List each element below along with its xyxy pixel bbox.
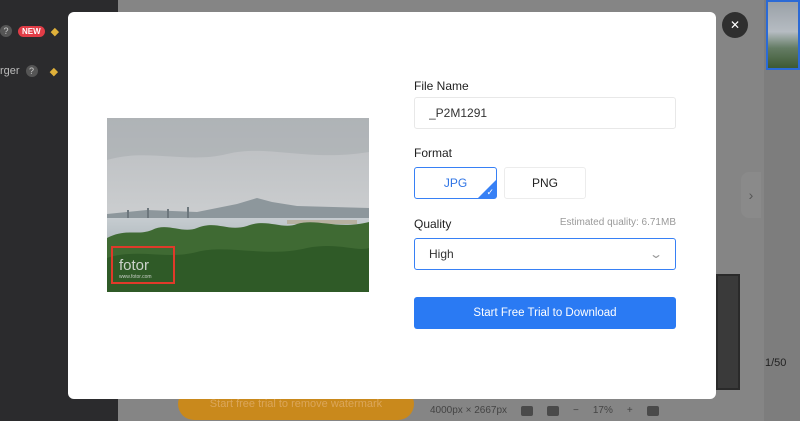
help-icon: ? [0,25,12,37]
format-jpg-label: JPG [443,176,468,190]
download-modal: fotor www.fotor.com File Name Format JPG… [68,12,716,399]
quality-value: High [429,247,454,261]
format-png-label: PNG [531,176,558,190]
next-arrow-icon: › [741,172,761,218]
sidebar-row-1: ? NEW ◆ [0,22,59,40]
page-count: 1/50 [765,357,787,369]
compare-icon [547,405,560,416]
start-trial-download-button[interactable]: Start Free Trial to Download [414,297,676,329]
background-thumbnail [766,0,800,70]
sidebar-row-2: rger ? ◆ [0,62,58,80]
image-icon [521,405,534,416]
format-jpg-option[interactable]: JPG ✓ [414,167,497,199]
preview-image: fotor www.fotor.com [107,118,369,292]
sidebar-row-2-label: rger [0,65,20,77]
premium-gem-icon: ◆ [50,25,60,38]
preview-watermark-url: www.fotor.com [119,274,152,280]
close-glyph: ✕ [729,18,741,32]
quality-label: Quality [414,217,452,231]
new-badge: NEW [18,25,45,37]
file-name-label: File Name [414,79,469,93]
format-png-option[interactable]: PNG [504,167,586,199]
file-name-input[interactable] [414,97,676,129]
help-icon: ? [25,65,38,77]
check-icon: ✓ [486,187,494,197]
image-preview: fotor www.fotor.com [107,118,369,292]
premium-gem-icon: ◆ [49,65,59,78]
zoom-level: 17% [592,405,613,416]
format-label: Format [414,146,453,160]
zoom-in-icon: + [626,405,633,416]
image-dimensions: 4000px × 2667px [430,405,508,416]
chevron-down-icon: ⌄ [648,247,664,261]
background-preview-strip [716,274,740,390]
background-bottom-bar: 4000px × 2667px − 17% + [430,400,740,421]
preview-watermark-logo: fotor [119,257,149,274]
quality-select[interactable]: High ⌄ [414,238,676,270]
fit-screen-icon [646,405,659,416]
zoom-out-icon: − [573,405,579,416]
close-icon[interactable]: ✕ [722,12,748,38]
estimated-quality: Estimated quality: 6.71MB [559,217,676,228]
